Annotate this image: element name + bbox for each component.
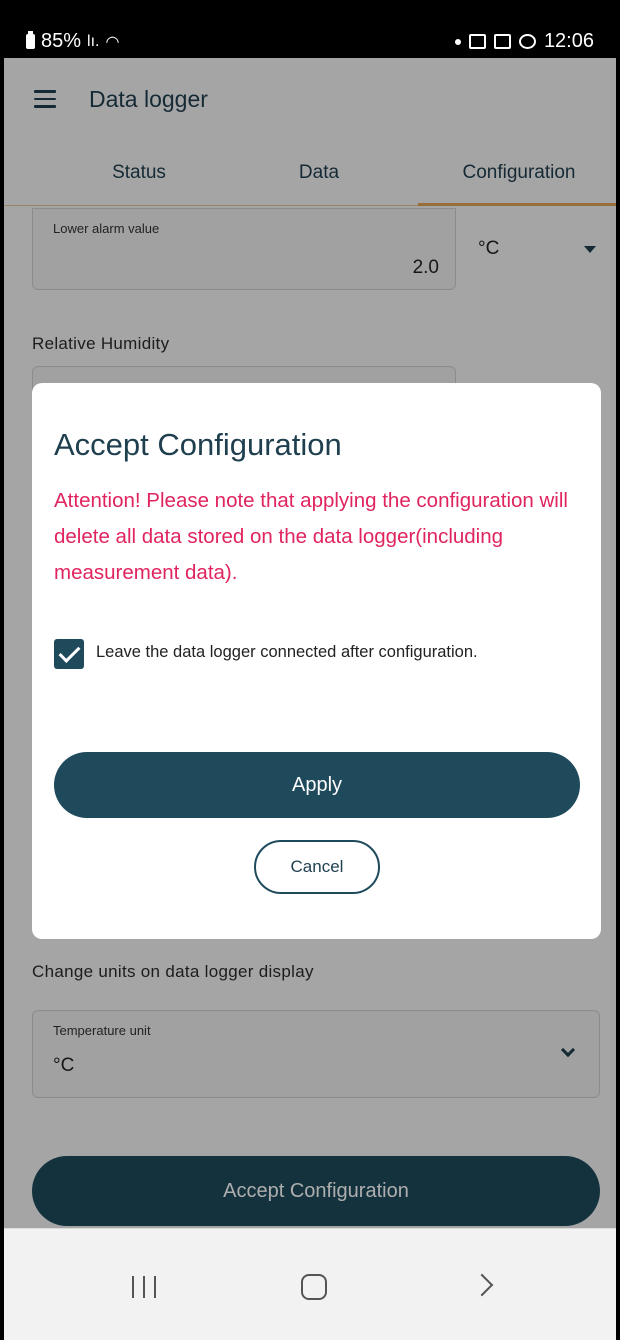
phone-screen: 85% lı. ◠ 12:06 Data logger Status Data … [4, 0, 616, 1340]
apply-button[interactable]: Apply [54, 752, 580, 818]
recent-apps-icon[interactable] [132, 1276, 156, 1298]
back-icon[interactable] [470, 1273, 494, 1297]
home-icon[interactable] [301, 1274, 327, 1300]
battery-percent: 85% [41, 30, 82, 52]
signal-icon: lı. [87, 32, 100, 50]
mail-icon [493, 34, 511, 49]
status-bar: 85% lı. ◠ 12:06 [4, 0, 616, 58]
notification-dot-icon [454, 38, 461, 45]
battery-icon [26, 31, 35, 49]
stay-connected-checkbox[interactable] [54, 639, 84, 669]
dialog-warning-text: Attention! Please note that applying the… [54, 489, 568, 584]
whatsapp-icon [518, 34, 536, 49]
cancel-button[interactable]: Cancel [254, 840, 380, 894]
dialog-title: Accept Configuration [54, 427, 342, 462]
status-right: 12:06 [454, 30, 594, 53]
stay-connected-label[interactable]: Leave the data logger connected after co… [96, 643, 478, 662]
clock: 12:06 [543, 30, 594, 52]
system-navigation-bar [4, 1228, 616, 1340]
accept-configuration-dialog: Accept Configuration Attention! Please n… [32, 383, 601, 939]
wifi-icon: ◠ [105, 33, 120, 51]
gallery-icon [468, 34, 486, 49]
status-left: 85% lı. ◠ [26, 30, 119, 53]
app-content: Data logger Status Data Configuration Lo… [4, 58, 616, 1228]
